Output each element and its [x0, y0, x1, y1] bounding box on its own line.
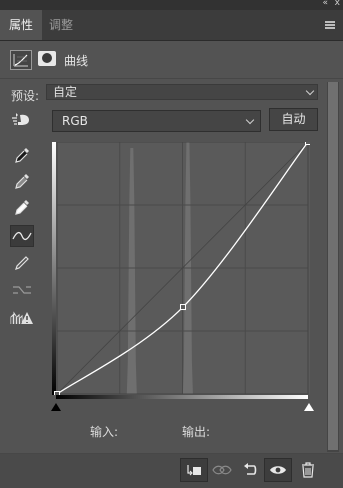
- visibility-eye-icon[interactable]: [264, 458, 292, 482]
- curve-control-point: [179, 304, 186, 311]
- preset-dropdown[interactable]: 自定: [46, 84, 318, 100]
- view-previous-state-icon[interactable]: [208, 458, 236, 482]
- bottom-toolbar: [0, 454, 343, 488]
- curve-control-point: [305, 142, 310, 145]
- layer-mask-icon[interactable]: [38, 51, 56, 66]
- panel-menu-icon[interactable]: [325, 21, 335, 29]
- chevron-down-icon: [245, 115, 255, 125]
- channel-value: RGB: [62, 114, 88, 128]
- smooth-curve-icon[interactable]: [10, 279, 34, 301]
- on-image-adjust-icon[interactable]: [10, 109, 34, 131]
- output-gradient-bar: [52, 142, 56, 395]
- tab-adjustments[interactable]: 调整: [40, 10, 82, 40]
- close-panel-icon[interactable]: x: [335, 0, 340, 8]
- panel-top-bar: « x: [0, 0, 343, 10]
- trash-icon[interactable]: [294, 458, 322, 482]
- scrollbar-thumb[interactable]: [328, 82, 338, 450]
- curves-adjustment-icon[interactable]: [10, 50, 32, 70]
- curve-graph[interactable]: [52, 142, 310, 395]
- panel-title: 曲线: [64, 54, 89, 68]
- pencil-draw-icon[interactable]: [10, 253, 34, 275]
- curve-point-edit-icon[interactable]: [10, 225, 34, 247]
- reset-icon[interactable]: [236, 458, 264, 482]
- gray-point-eyedropper-icon[interactable]: [10, 171, 34, 193]
- output-label: 输出:: [182, 425, 211, 439]
- panel-tab-bar: 属性 调整: [0, 10, 343, 41]
- white-point-eyedropper-icon[interactable]: [10, 197, 34, 219]
- channel-dropdown[interactable]: RGB: [52, 110, 261, 132]
- panel-scrollbar[interactable]: [327, 82, 339, 452]
- preset-label: 预设:: [11, 89, 40, 103]
- clip-to-layer-icon[interactable]: [180, 458, 208, 482]
- black-input-slider[interactable]: [51, 403, 61, 411]
- header-divider: [0, 78, 343, 79]
- tab-properties[interactable]: 属性: [0, 10, 43, 40]
- preset-value: 自定: [53, 85, 78, 99]
- black-point-eyedropper-icon[interactable]: [10, 145, 34, 167]
- clipping-warning-icon[interactable]: [10, 307, 34, 329]
- chevron-down-icon: [305, 86, 315, 96]
- collapse-panel-icon[interactable]: «: [322, 0, 327, 8]
- white-input-slider[interactable]: [304, 403, 314, 411]
- input-gradient-bar: [56, 395, 308, 399]
- auto-button[interactable]: 自动: [269, 108, 318, 131]
- input-label: 输入:: [90, 425, 119, 439]
